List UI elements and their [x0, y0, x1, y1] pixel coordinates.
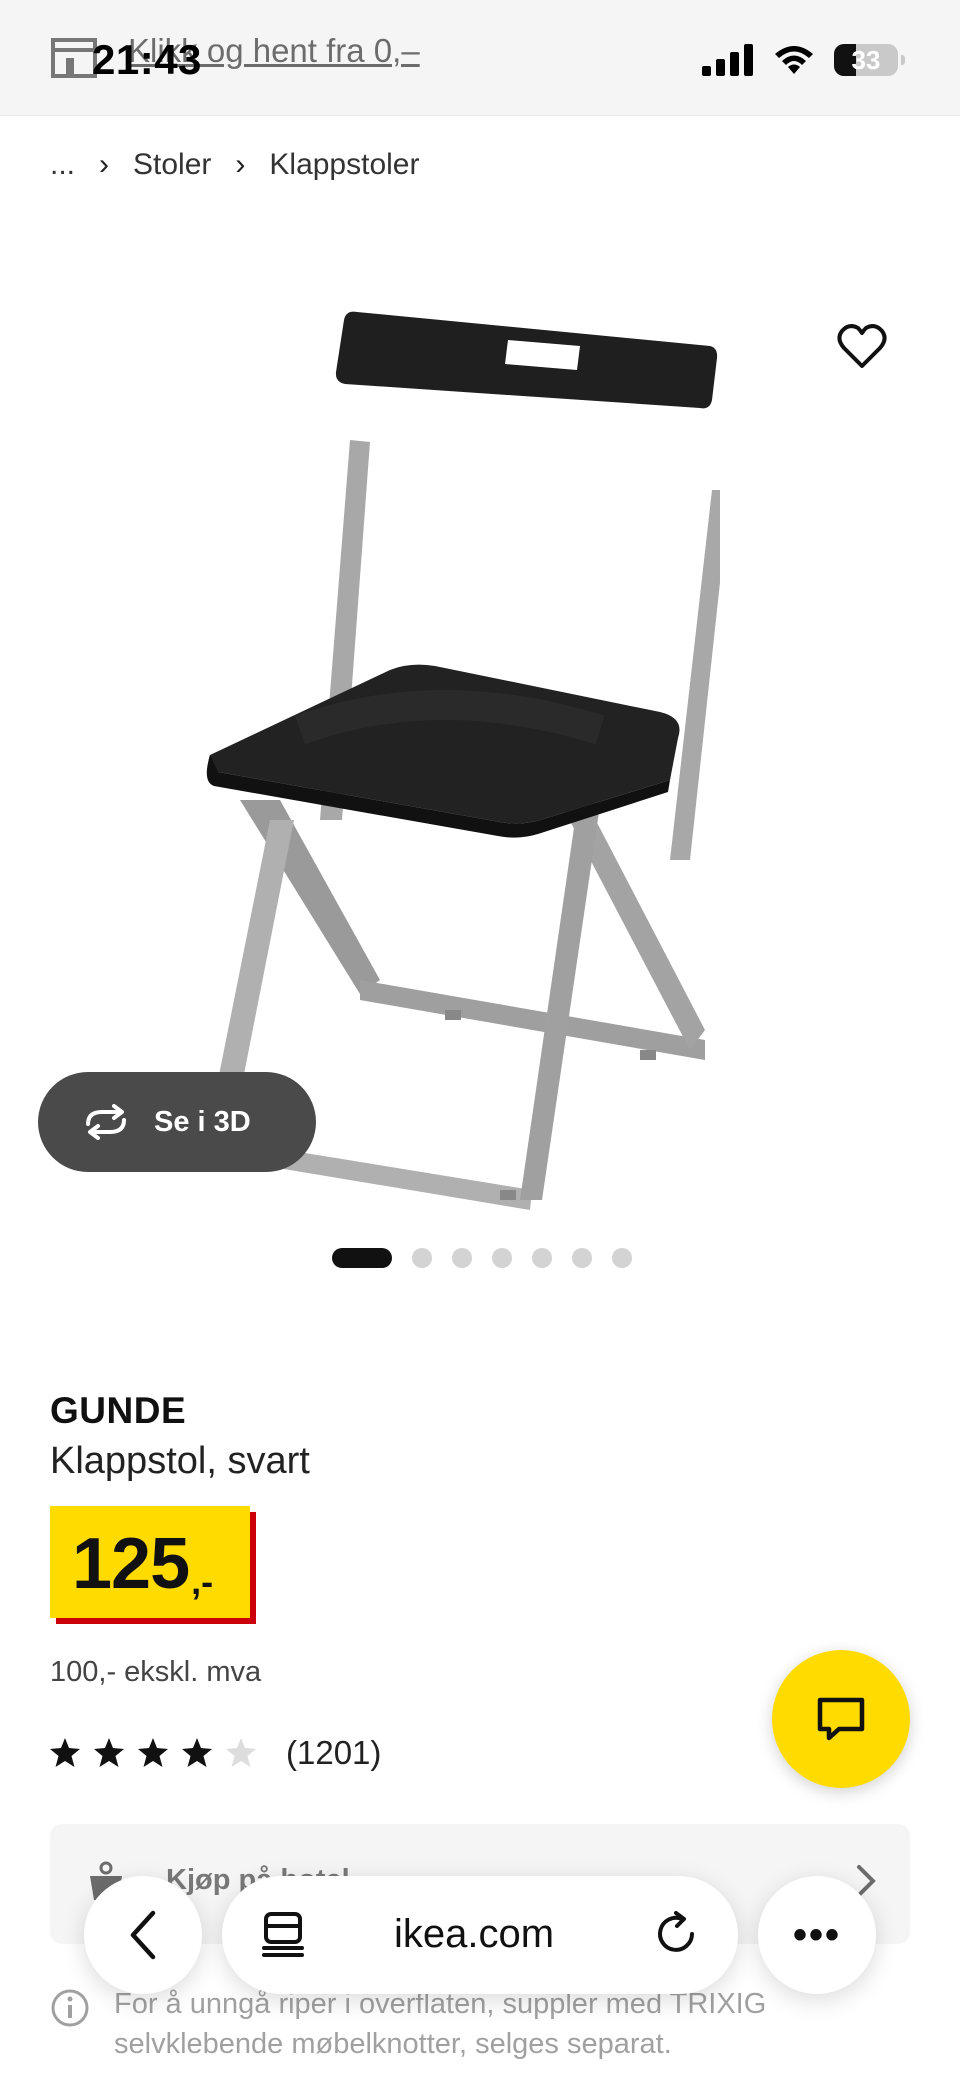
chevron-left-icon: [130, 1910, 156, 1960]
battery-indicator: 33: [834, 44, 905, 76]
carousel-dot[interactable]: [452, 1248, 472, 1268]
info-note: For å unngå riper i overflaten, suppler …: [50, 1984, 874, 2064]
view-in-3d-label: Se i 3D: [154, 1105, 251, 1138]
browser-back-button[interactable]: [84, 1876, 202, 1994]
star-rating-icon: [50, 1738, 256, 1767]
wifi-icon: [775, 46, 813, 74]
price-value: 125: [72, 1524, 190, 1604]
breadcrumb: ... › Stoler › Klappstoler: [50, 148, 419, 182]
rating-row[interactable]: (1201): [48, 1734, 381, 1772]
favorite-heart-icon[interactable]: [836, 320, 888, 372]
price-excl-vat: 100,- ekskl. mva: [50, 1656, 262, 1688]
url-text[interactable]: ikea.com: [394, 1912, 554, 1957]
address-bar[interactable]: ikea.com: [222, 1876, 738, 1994]
carousel-dot[interactable]: [412, 1248, 432, 1268]
more-dots-icon: •••: [792, 1912, 841, 1957]
store-icon: [51, 38, 97, 78]
carousel-indicator: [332, 1248, 632, 1268]
breadcrumb-stoler[interactable]: Stoler: [133, 148, 211, 182]
carousel-dot[interactable]: [492, 1248, 512, 1268]
breadcrumb-separator: ›: [99, 148, 110, 181]
carousel-dot[interactable]: [612, 1248, 632, 1268]
status-bar: Klikk og hent fra 0,– 21:43 33: [0, 0, 960, 116]
rotate-3d-icon: [86, 1104, 126, 1140]
price-tag: 125 ,-: [50, 1506, 256, 1624]
product-description: Klappstol, svart: [50, 1440, 310, 1482]
info-icon: [51, 1989, 89, 2027]
product-page: Klikk og hent fra 0,– 21:43 33 ... › Sto…: [0, 0, 960, 2078]
status-time: 21:43: [92, 36, 202, 83]
signal-icon: [702, 44, 753, 76]
rating-count: (1201): [286, 1734, 382, 1771]
reload-icon[interactable]: [656, 1910, 700, 1958]
price-suffix: ,-: [191, 1561, 214, 1602]
carousel-dot-active[interactable]: [332, 1248, 392, 1268]
tabs-icon[interactable]: [260, 1910, 306, 1958]
breadcrumb-separator: ›: [235, 148, 246, 181]
carousel-dot[interactable]: [572, 1248, 592, 1268]
chat-button[interactable]: [772, 1650, 910, 1788]
more-menu-button[interactable]: •••: [758, 1876, 876, 1994]
view-in-3d-button[interactable]: Se i 3D: [38, 1072, 316, 1172]
battery-level: 33: [851, 44, 881, 75]
info-note-text: For å unngå riper i overflaten, suppler …: [114, 1988, 767, 2060]
carousel-dot[interactable]: [532, 1248, 552, 1268]
breadcrumb-klappstoler[interactable]: Klappstoler: [269, 148, 419, 182]
breadcrumb-ellipsis[interactable]: ...: [50, 148, 75, 182]
product-gallery[interactable]: Se i 3D: [0, 220, 960, 1210]
chat-bubble-icon: [817, 1697, 865, 1741]
product-name: GUNDE: [50, 1390, 187, 1431]
